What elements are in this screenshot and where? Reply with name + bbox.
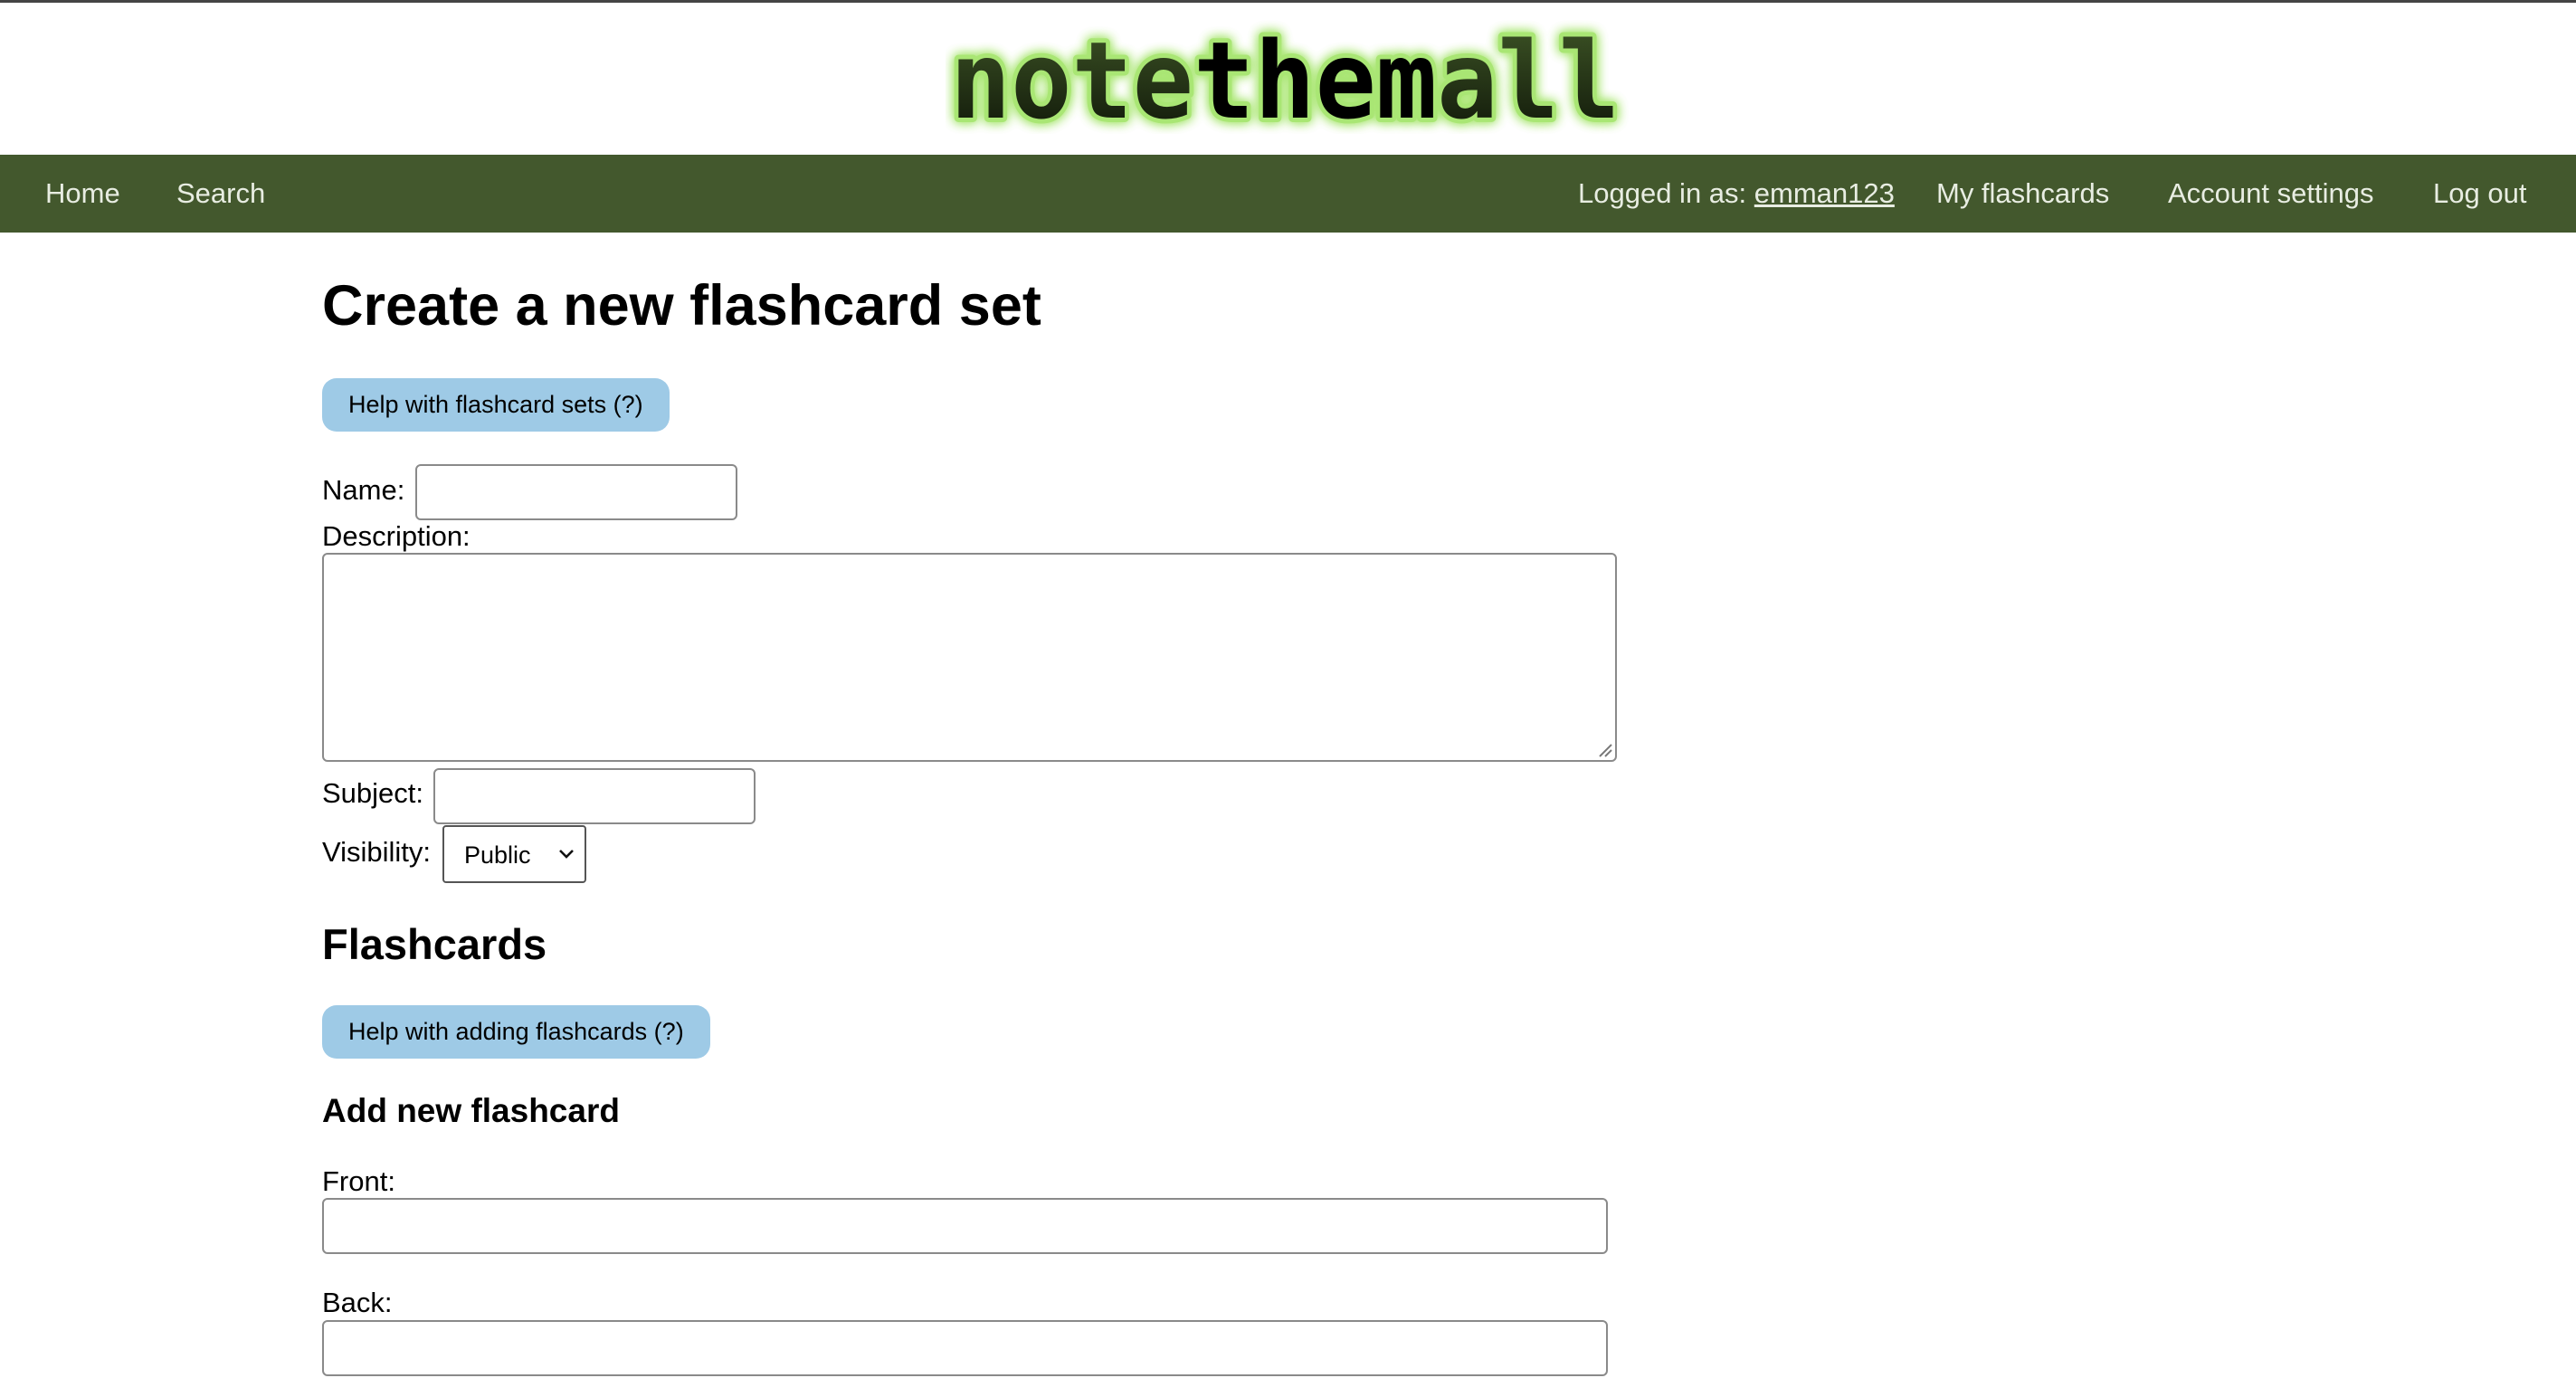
front-label: Front: [322, 1165, 395, 1197]
back-input[interactable] [322, 1320, 1608, 1376]
nav-home-link[interactable]: Home [45, 176, 120, 211]
description-textarea[interactable] [322, 553, 1617, 762]
visibility-selected-value: Public [464, 841, 531, 869]
logo-note: note [950, 18, 1193, 134]
logo-all: all [1437, 18, 1620, 134]
page-title: Create a new flashcard set [322, 274, 1041, 337]
nav-search-link[interactable]: Search [176, 176, 265, 211]
chevron-down-icon [559, 850, 574, 859]
logo-them: them [1193, 18, 1437, 134]
site-logo[interactable]: notethemall notethemall [946, 16, 1633, 134]
nav-account-settings-link[interactable]: Account settings [2168, 176, 2373, 211]
username-link[interactable]: emman123 [1754, 177, 1895, 209]
name-label: Name: [322, 474, 405, 506]
visibility-label: Visibility: [322, 836, 432, 868]
add-flashcard-heading: Add new flashcard [322, 1092, 620, 1129]
subject-input[interactable] [433, 768, 756, 824]
logo-text: notethemall [950, 18, 1620, 134]
name-input[interactable] [415, 464, 737, 520]
back-label: Back: [322, 1287, 393, 1318]
front-input[interactable] [322, 1198, 1608, 1254]
header: notethemall notethemall [0, 3, 2576, 155]
subject-label: Subject: [322, 777, 424, 809]
logged-in-status: Logged in as: emman123 [1578, 176, 1895, 211]
flashcards-heading: Flashcards [322, 920, 547, 968]
logged-in-label: Logged in as: [1578, 177, 1747, 209]
help-flashcard-sets-button[interactable]: Help with flashcard sets (?) [322, 378, 670, 432]
nav-log-out-link[interactable]: Log out [2433, 176, 2526, 211]
description-label: Description: [322, 520, 471, 552]
resize-grip-icon[interactable] [1598, 743, 1612, 757]
visibility-select[interactable]: Public [442, 825, 586, 883]
navbar: Home Search Logged in as: emman123 My fl… [0, 155, 2576, 233]
help-adding-flashcards-button[interactable]: Help with adding flashcards (?) [322, 1005, 710, 1059]
nav-my-flashcards-link[interactable]: My flashcards [1936, 176, 2109, 211]
